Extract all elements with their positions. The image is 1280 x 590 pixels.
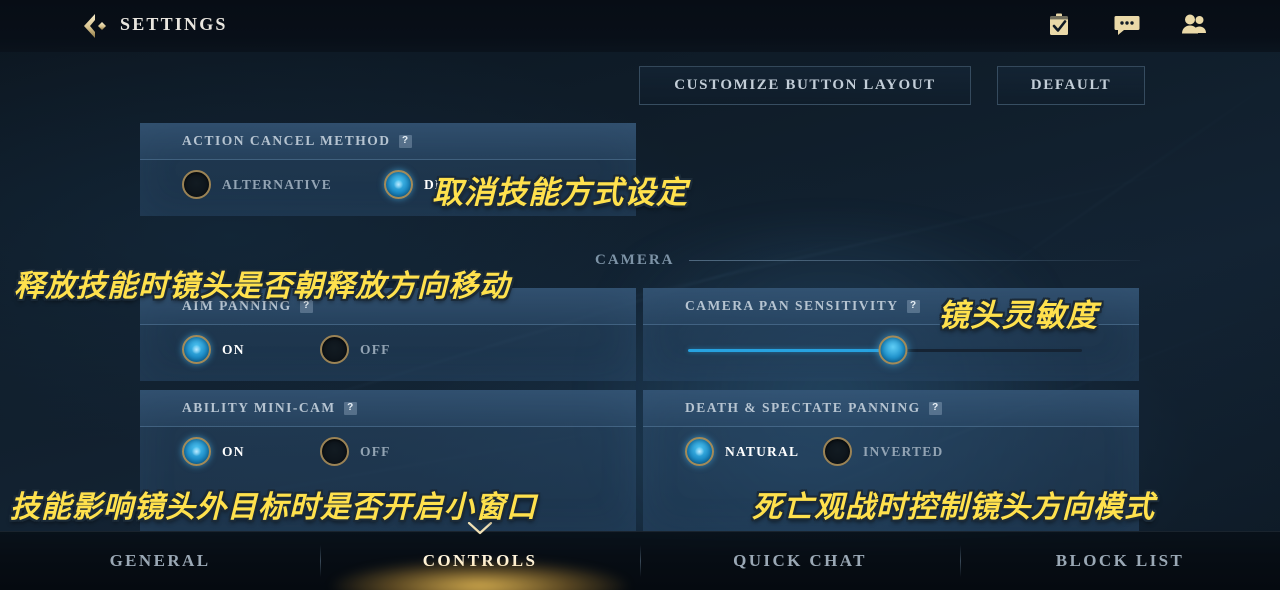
help-icon[interactable] [343, 401, 357, 415]
panel-title: ACTION CANCEL METHOD [182, 133, 391, 148]
radio-option-on[interactable]: ON [182, 335, 320, 364]
panel-header: ACTION CANCEL METHOD [140, 123, 636, 160]
annotation-death-spectate: 死亡观战时控制镜头方向模式 [752, 490, 1155, 525]
friends-icon[interactable] [1180, 10, 1210, 40]
default-button[interactable]: DEFAULT [997, 66, 1145, 105]
tab-label: CONTROLS [422, 551, 538, 570]
annotation-ability-minicam: 技能影响镜头外目标时是否开启小窗口 [10, 490, 537, 525]
radio-dot [685, 437, 714, 466]
panel-title: DEATH & SPECTATE PANNING [685, 400, 921, 415]
radio-option-on[interactable]: ON [182, 437, 320, 466]
radio-dot [182, 170, 211, 199]
section-header-camera: CAMERA [595, 252, 1140, 269]
panel-title: ABILITY MINI-CAM [182, 400, 336, 415]
help-icon[interactable] [928, 401, 942, 415]
missions-clipboard-icon[interactable] [1044, 10, 1074, 40]
radio-label: ON [222, 443, 245, 459]
slider-track [688, 335, 1082, 365]
annotation-aim-panning: 释放技能时镜头是否朝释放方向移动 [14, 269, 510, 304]
tab-general[interactable]: GENERAL [0, 532, 320, 590]
panel-title: CAMERA PAN SENSITIVITY [685, 298, 899, 313]
page-title: SETTINGS [120, 14, 228, 34]
annotation-camera-sensitivity: 镜头灵敏度 [938, 298, 1098, 334]
radio-label: OFF [360, 341, 391, 357]
radio-label: ON [222, 341, 245, 357]
top-bar: SETTINGS [0, 0, 1280, 52]
back-chevron-icon[interactable] [78, 10, 112, 42]
tab-label: GENERAL [109, 551, 211, 570]
radio-label: OFF [360, 443, 391, 459]
radio-option-inverted[interactable]: INVERTED [823, 437, 943, 466]
radio-label: ALTERNATIVE [222, 176, 332, 192]
radio-dot [320, 335, 349, 364]
radio-dot [182, 437, 211, 466]
bottom-tab-bar: GENERAL CONTROLS QUICK CHAT BLOCK LIST [0, 521, 1280, 590]
tab-label: QUICK CHAT [733, 551, 867, 570]
radio-option-off[interactable]: OFF [320, 437, 391, 466]
tab-block-list[interactable]: BLOCK LIST [960, 532, 1280, 590]
slider-fill [688, 348, 893, 352]
radio-dot [320, 437, 349, 466]
radio-dot [383, 170, 413, 199]
slider-thumb[interactable] [878, 335, 908, 365]
help-icon[interactable] [398, 134, 412, 148]
radio-option-off[interactable]: OFF [320, 335, 391, 364]
panel-body: ON OFF [140, 325, 636, 381]
camera-pan-sensitivity-slider[interactable] [688, 335, 1082, 365]
tab-label: BLOCK LIST [1055, 551, 1185, 570]
radio-option-natural[interactable]: NATURAL [685, 437, 823, 466]
section-divider [688, 260, 1140, 261]
settings-screen: SETTINGS CUSTOMIZE BUTTON LAYOUT DEFAULT… [0, 0, 1280, 590]
radio-option-alternative[interactable]: ALTERNATIVE [182, 170, 332, 199]
section-title: CAMERA [595, 252, 675, 268]
radio-label: NATURAL [725, 443, 800, 459]
tab-controls[interactable]: CONTROLS [320, 521, 640, 590]
help-icon[interactable] [906, 299, 920, 313]
radio-label: INVERTED [863, 443, 944, 459]
top-icon-group [1044, 10, 1210, 40]
chat-bubble-icon[interactable] [1112, 10, 1142, 40]
header-button-group: CUSTOMIZE BUTTON LAYOUT DEFAULT [639, 66, 1145, 105]
panel-header: ABILITY MINI-CAM [140, 390, 636, 427]
tab-quick-chat[interactable]: QUICK CHAT [640, 532, 960, 590]
radio-dot [182, 335, 211, 364]
customize-button-layout-button[interactable]: CUSTOMIZE BUTTON LAYOUT [639, 66, 971, 105]
radio-dot [823, 437, 852, 466]
annotation-action-cancel: 取消技能方式设定 [432, 175, 688, 211]
panel-header: DEATH & SPECTATE PANNING [643, 390, 1139, 427]
